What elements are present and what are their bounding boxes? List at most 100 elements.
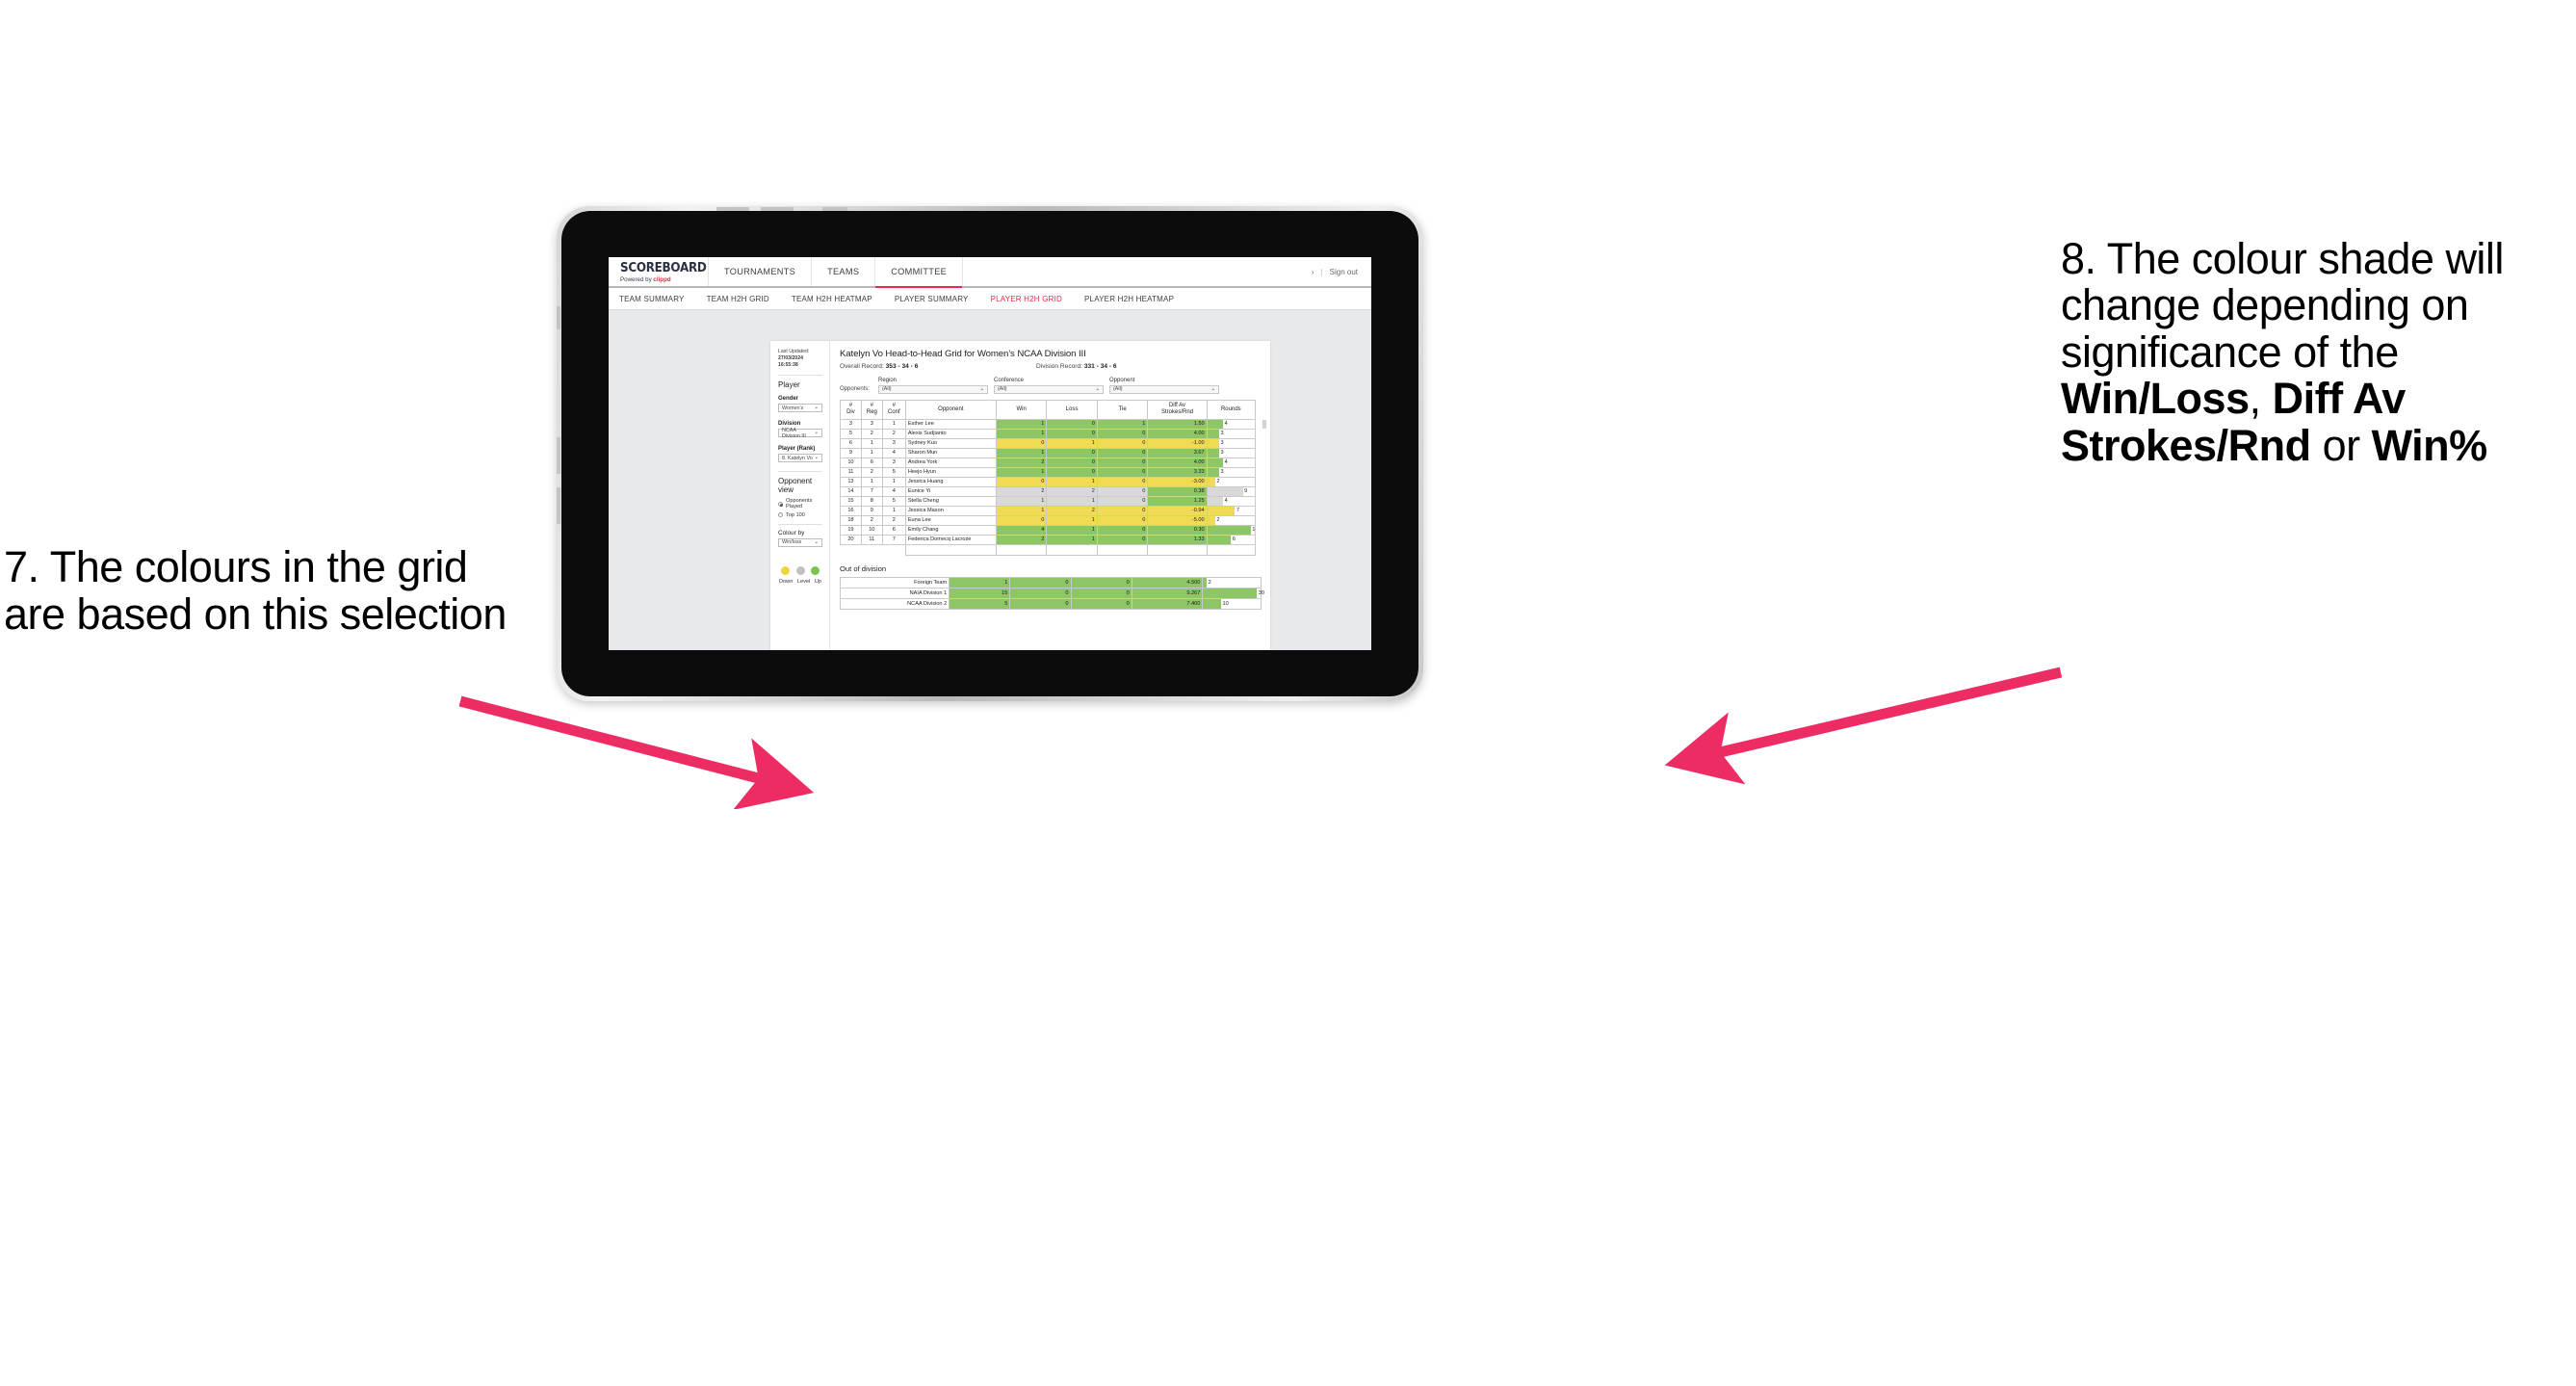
radio-top-100-dot: [778, 512, 783, 518]
legend-label-up: Up: [814, 578, 821, 585]
subnav-team-h2h-grid[interactable]: TEAM H2H GRID: [707, 295, 769, 303]
subnav-team-h2h-heatmap[interactable]: TEAM H2H HEATMAP: [792, 295, 872, 303]
cell-rounds: 6: [1206, 534, 1257, 545]
cell-opponent: Emily Chang: [904, 524, 997, 536]
subnav-team-summary[interactable]: TEAM SUMMARY: [619, 295, 685, 303]
page-title: Katelyn Vo Head-to-Head Grid for Women’s…: [840, 349, 1086, 359]
rounds-bar: [1208, 420, 1224, 428]
cell-diff: 1.25: [1147, 495, 1208, 507]
table-row[interactable]: NAIA Division 1 15 0 0 9.267 30: [839, 587, 1264, 599]
cell-diff: 1.50: [1147, 418, 1208, 430]
table-row[interactable]: 6 1 3 Sydney Kuo 0 1 0 -1.00 3: [840, 437, 1257, 449]
filter-region-select[interactable]: (All) ▼: [878, 385, 988, 394]
colour-by-select[interactable]: Win/loss ▼: [778, 537, 822, 547]
out-of-division-title: Out of division: [840, 563, 887, 573]
filter-conference-select[interactable]: (All) ▼: [994, 385, 1104, 394]
player-rank-select[interactable]: 8. Katelyn Vo ▼: [778, 454, 822, 463]
table-row[interactable]: 9 1 4 Sharon Mun 1 0 0 3.67 3: [840, 447, 1257, 458]
cell-conf: 2: [881, 428, 906, 439]
radio-opponents-played-label: Opponents Played: [786, 498, 813, 510]
h2h-grid-outer: # Div # Reg # Conf Opponent Win Loss Tie Diff Av St…: [840, 399, 1266, 556]
cell-tie: 0: [1096, 428, 1149, 439]
header-right-group: › | Sign out: [1312, 257, 1371, 286]
cell-loss: 0: [1046, 447, 1098, 458]
cell-opponent: Alexis Sudjianto: [904, 428, 997, 439]
division-record: Division Record: 331 - 34 - 6: [1036, 363, 1117, 370]
out-of-division-table: Foreign Team 1 0 0 4.500 2 NAIA Division 1 15 0 0…: [839, 576, 1264, 610]
cell-win: 2: [995, 485, 1048, 497]
chevron-right-icon[interactable]: ›: [1312, 268, 1314, 276]
player-rank-label: Player (Rank): [778, 446, 816, 453]
cell-reg: 2: [860, 428, 883, 439]
table-row[interactable]: 15 8 5 Stella Cheng 1 1 0 1.25 4: [840, 495, 1257, 507]
cell-tie: 0: [1070, 597, 1132, 610]
table-row[interactable]: 19106Emily Chang4100.3011: [840, 524, 1257, 536]
grid-scrollbar-thumb[interactable]: [1262, 419, 1266, 429]
table-row[interactable]: NCAA Division 2 5 0 0 7.400 10: [839, 597, 1262, 610]
cell-diff: 4.500: [1131, 576, 1204, 588]
cell-conf: 1: [881, 505, 906, 516]
cell-conf: 1: [881, 418, 906, 430]
brand-logo[interactable]: SCOREBOARD Powered by clippd: [609, 257, 709, 286]
division-select[interactable]: NCAA Division III ▼: [778, 428, 822, 439]
chevron-down-icon: ▼: [814, 405, 819, 410]
grid-scroll-rail[interactable]: [1256, 400, 1266, 556]
cell-rounds: 2: [1206, 514, 1257, 526]
nav-committee[interactable]: COMMITTEE: [875, 257, 964, 288]
subnav-player-summary[interactable]: PLAYER SUMMARY: [895, 295, 969, 303]
cell-reg: 10: [860, 524, 883, 536]
workspace: Last Updated: 27/03/2024 16:55:38 Player…: [609, 310, 1371, 650]
nav-teams[interactable]: TEAMS: [812, 257, 876, 286]
sidebar-heading-opponent-view: Opponent view: [778, 477, 813, 495]
table-row[interactable]: 11 2 5 Heejo Hyun 1 0 0 3.33 3: [840, 466, 1257, 478]
cell-diff: 1.33: [1147, 534, 1208, 545]
gender-select[interactable]: Women’s ▼: [778, 404, 822, 413]
last-updated-value: 27/03/2024 16:55:38: [778, 355, 803, 369]
subnav-player-h2h-heatmap[interactable]: PLAYER H2H HEATMAP: [1084, 295, 1174, 303]
rounds-value: 7: [1236, 508, 1240, 513]
cell-loss: 1: [1046, 495, 1098, 507]
cell-div: 18: [840, 514, 862, 526]
radio-opponents-played[interactable]: Opponents Played: [778, 498, 822, 510]
cell-loss: 0: [1046, 466, 1098, 478]
table-row[interactable]: 3 3 1 Esther Lee 1 0 1 1.50 4: [840, 418, 1257, 430]
legend-dot-level: [795, 565, 805, 575]
cell-div: 5: [840, 428, 862, 439]
brand-subtitle-prefix: Powered by: [620, 275, 654, 283]
cell-loss: 1: [1046, 524, 1098, 536]
table-row[interactable]: 10 6 3 Andrea York 2 0 0 4.00 4: [840, 457, 1257, 468]
cell-opponent: Jessica Mason: [904, 505, 997, 516]
table-row[interactable]: 16 9 1 Jessica Mason 1 2 0 -0.94 7: [840, 505, 1257, 516]
cell-tie: 0: [1096, 476, 1149, 487]
table-row[interactable]: 20 11 7 Federica Domecq Lacroze 2 1 0 1.33 6: [840, 534, 1257, 545]
filter-sidebar: Last Updated: 27/03/2024 16:55:38 Player…: [770, 341, 830, 650]
rounds-value: 9: [1244, 488, 1248, 494]
legend-dot-up: [811, 565, 820, 575]
grid-header-cell-1: # Reg: [860, 399, 883, 420]
cell-diff: 3.33: [1147, 466, 1208, 478]
cell-tie: 0: [1096, 514, 1149, 526]
table-row[interactable]: 14 7 4 Eunice Yi 2 2 0 0.38 9: [840, 485, 1257, 497]
cell-div: 6: [840, 437, 862, 449]
table-row[interactable]: 13 1 1 Jessica Huang 0 1 0 -3.00 2: [840, 476, 1257, 487]
table-row[interactable]: Foreign Team 1 0 0 4.500 2: [839, 576, 1262, 588]
table-row[interactable]: 18 2 2 Euna Lee 0 1 0 -5.00 2: [840, 514, 1257, 526]
table-row[interactable]: 5 2 2 Alexis Sudjianto 1 0 0 4.00 3: [840, 428, 1257, 439]
cell-win: 1: [995, 428, 1048, 439]
filter-opponent-select[interactable]: (All) ▼: [1109, 385, 1219, 394]
nav-tournaments[interactable]: TOURNAMENTS: [709, 257, 813, 286]
subnav-player-h2h-grid[interactable]: PLAYER H2H GRID: [991, 295, 1062, 303]
header-divider: |: [1320, 267, 1323, 276]
chevron-down-icon: ▼: [1095, 387, 1100, 392]
cell-opponent: Andrea York: [904, 457, 997, 468]
cell-opponent: Sharon Mun: [904, 447, 997, 458]
cell-reg: 1: [860, 476, 883, 487]
cell-reg: 2: [860, 466, 883, 478]
radio-top-100[interactable]: Top 100: [778, 512, 822, 518]
rounds-bar: [1208, 468, 1219, 476]
sign-out-link[interactable]: Sign out: [1330, 268, 1358, 276]
cell-rounds: 3: [1206, 466, 1257, 478]
rounds-value: 2: [1216, 479, 1220, 484]
h2h-grid-wrapper: # Div # Reg # Conf Opponent Win Loss Tie Diff Av St…: [840, 399, 1266, 556]
cell-win: 15: [949, 587, 1011, 599]
